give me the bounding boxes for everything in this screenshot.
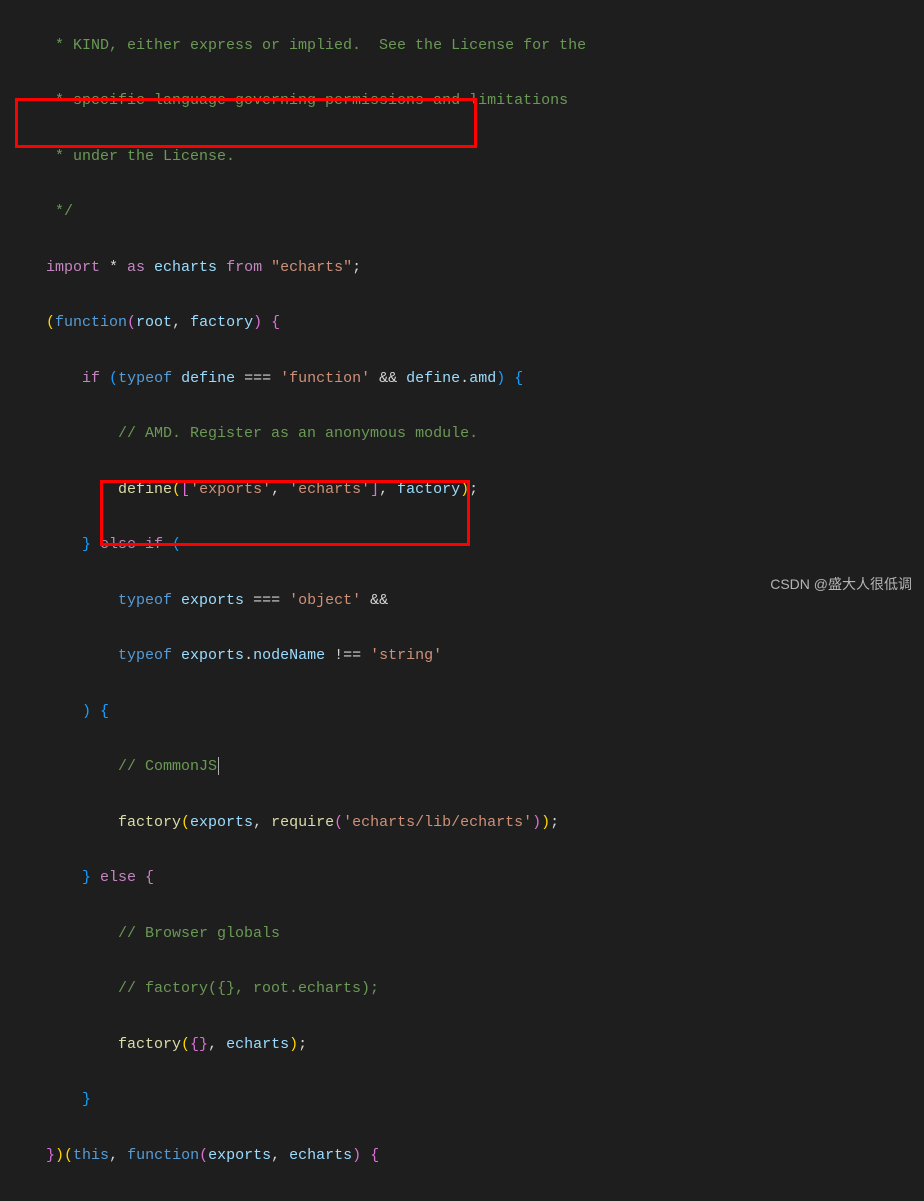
comment-text: // CommonJS [118, 758, 217, 775]
code-editor[interactable]: * KIND, either express or implied. See t… [0, 0, 924, 1201]
comment-text: * KIND, either express or implied. See t… [46, 37, 586, 54]
str-echarts: "echarts" [262, 259, 352, 276]
text-cursor [218, 757, 219, 775]
kw-from: from [226, 259, 262, 276]
kw-typeof: typeof [118, 370, 172, 387]
fn-define: define [118, 481, 172, 498]
fn-factory: factory [118, 814, 181, 831]
kw-as: as [127, 259, 145, 276]
id-exports: exports [181, 592, 244, 609]
watermark-text: CSDN @盛大人很低调 [770, 572, 912, 598]
comment-text: // Browser globals [118, 925, 280, 942]
kw-if: if [82, 370, 100, 387]
comment-text: * under the License. [46, 148, 235, 165]
kw-import: import [46, 259, 100, 276]
comment-text: // AMD. Register as an anonymous module. [118, 425, 478, 442]
param-root: root [136, 314, 172, 331]
kw-elseif: else if [91, 536, 172, 553]
kw-this: this [73, 1147, 109, 1164]
id-define: define [181, 370, 235, 387]
comment-text: * specific language governing permission… [46, 92, 568, 109]
comment-text: */ [46, 203, 73, 220]
kw-else: else { [91, 869, 154, 886]
id-amd: amd [469, 370, 496, 387]
id-nodename: nodeName [253, 647, 325, 664]
fn-require: require [271, 814, 334, 831]
param-factory: factory [190, 314, 253, 331]
comment-text: // factory({}, root.echarts); [118, 980, 379, 997]
kw-function: function [55, 314, 127, 331]
id-echarts: echarts [145, 259, 226, 276]
